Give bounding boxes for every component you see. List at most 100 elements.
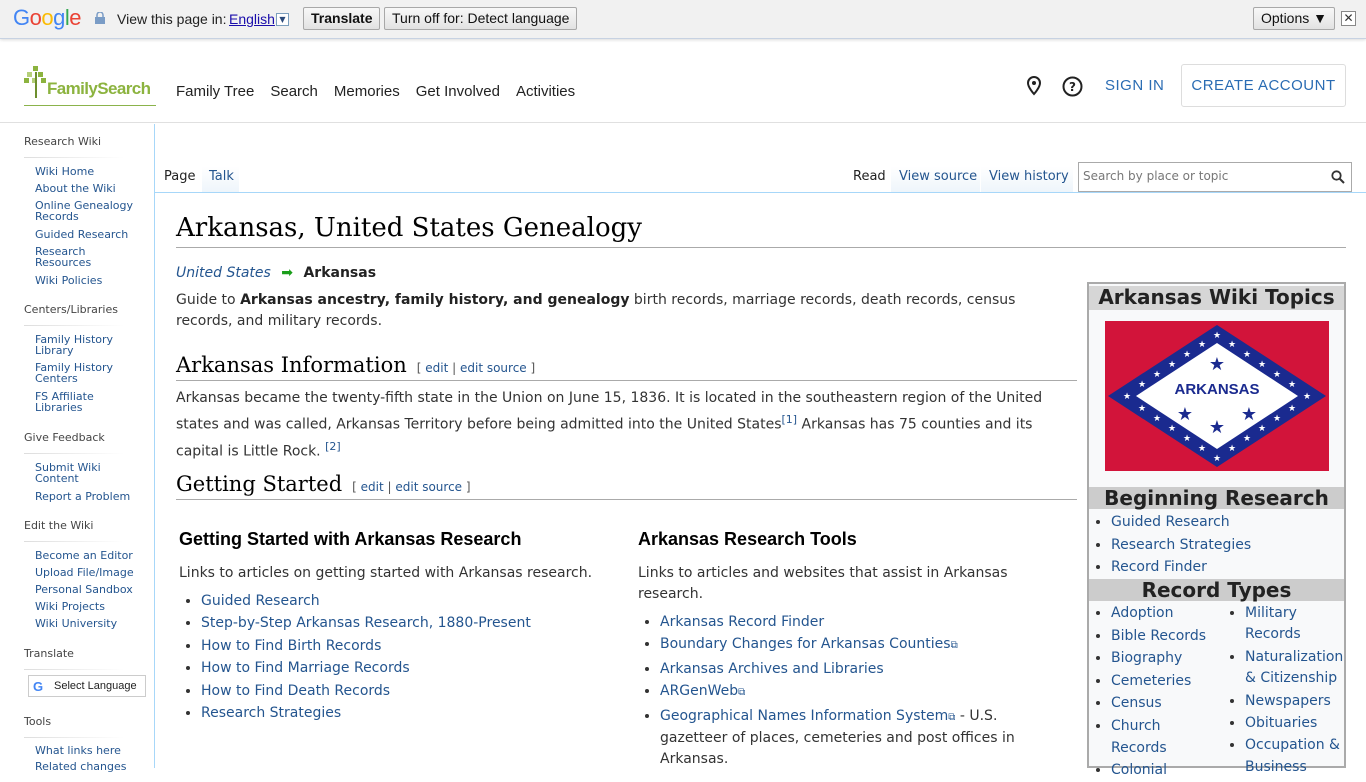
list-link[interactable]: ARGenWeb <box>660 683 738 699</box>
location-pin-icon[interactable] <box>1026 76 1042 96</box>
tab-read[interactable]: Read <box>844 160 890 192</box>
arkansas-flag-image: ★★ ★ ★ ★★ ★ ★ ★★ ★ ★ ★ ★ ★★ ★ ★ ★★ ★ ★ ★★ ★ ★ ★ ★ A… <box>1105 321 1329 471</box>
ref-2-link[interactable]: [2] <box>325 440 341 453</box>
sidebar-link-projects[interactable]: Wiki Projects <box>35 601 145 612</box>
list-link[interactable]: Boundary Changes for Arkansas Counties <box>660 636 951 652</box>
sidebar-link-what-links-here[interactable]: What links here <box>35 745 145 756</box>
options-button[interactable]: Options ▼ <box>1253 7 1335 30</box>
svg-text:★: ★ <box>1198 444 1206 454</box>
svg-text:?: ? <box>1069 80 1076 94</box>
edit-source-link[interactable]: edit source <box>460 361 527 375</box>
infobox-link[interactable]: Research Strategies <box>1111 537 1251 553</box>
nav-family-tree[interactable]: Family Tree <box>176 83 254 100</box>
edit-link[interactable]: edit <box>425 361 448 375</box>
infobox-link[interactable]: Record Finder <box>1111 559 1207 575</box>
infobox-link[interactable]: Census <box>1111 695 1162 711</box>
svg-text:★: ★ <box>1183 434 1191 444</box>
list-link[interactable]: Guided Research <box>201 593 320 609</box>
sidebar-link-wiki-home[interactable]: Wiki Home <box>35 166 145 177</box>
turn-off-button[interactable]: Turn off for: Detect language <box>384 7 578 30</box>
infobox-link[interactable]: Naturalization & Citizenship <box>1245 649 1343 686</box>
infobox-link[interactable]: Military Records <box>1245 605 1301 642</box>
tab-view-source[interactable]: View source <box>890 160 980 192</box>
research-tools-column-title: Arkansas Research Tools <box>638 529 857 549</box>
infobox-link[interactable]: Guided Research <box>1111 514 1230 530</box>
sidebar-link-fhl[interactable]: Family History Library <box>35 334 125 356</box>
familysearch-logo-text: FamilySearch <box>47 79 151 98</box>
tab-view-history[interactable]: View history <box>980 160 1073 192</box>
flag-text: ARKANSAS <box>1174 381 1259 398</box>
sidebar-link-become-editor[interactable]: Become an Editor <box>35 550 145 561</box>
svg-text:★: ★ <box>1209 354 1225 375</box>
wiki-search-input[interactable]: Search by place or topic <box>1078 162 1352 192</box>
record-types-right-list: Military Records Naturalization & Citize… <box>1225 603 1347 778</box>
wiki-topics-infobox: Arkansas Wiki Topics ★ ★ ★ ★ ★ ★ ★ ★ ★ ★ ★ ★ ★ ★ ★… <box>1087 282 1346 778</box>
svg-text:★: ★ <box>1168 360 1176 370</box>
record-types-left-list: Adoption Bible Records Biography Cemeter… <box>1091 603 1221 782</box>
familysearch-logo[interactable]: FamilySearch <box>24 64 156 106</box>
help-icon[interactable]: ? <box>1062 76 1083 97</box>
sidebar-link-sandbox[interactable]: Personal Sandbox <box>35 584 145 595</box>
tab-page[interactable]: Page <box>158 160 201 192</box>
nav-activities[interactable]: Activities <box>516 83 575 100</box>
sidebar-link-upload[interactable]: Upload File/Image <box>35 567 145 578</box>
language-dropdown-arrow[interactable]: ▼ <box>276 13 289 26</box>
nav-get-involved[interactable]: Get Involved <box>416 83 500 100</box>
nav-memories[interactable]: Memories <box>334 83 400 100</box>
svg-text:★: ★ <box>1288 404 1296 414</box>
sidebar-link-related-changes[interactable]: Related changes <box>35 761 145 772</box>
sidebar-link-report-problem[interactable]: Report a Problem <box>35 491 145 502</box>
external-link-icon: ⧉ <box>738 687 746 699</box>
ref-1-link[interactable]: [1] <box>782 413 798 426</box>
breadcrumb-parent-link[interactable]: United States <box>176 265 271 281</box>
infobox-link[interactable]: Cemeteries <box>1111 673 1191 689</box>
sidebar-link-research-resources[interactable]: Research Resources <box>35 246 115 268</box>
edit-source-link[interactable]: edit source <box>395 480 462 494</box>
infobox-link[interactable]: Adoption <box>1111 605 1174 621</box>
list-link[interactable]: Geographical Names Information System <box>660 708 948 724</box>
infobox-link[interactable]: Biography <box>1111 650 1182 666</box>
select-language-widget[interactable]: G Select Language <box>28 675 146 697</box>
sidebar-heading-edit: Edit the Wiki <box>24 519 94 532</box>
sidebar-link-wiki-policies[interactable]: Wiki Policies <box>35 275 145 286</box>
breadcrumb: United States ➡ Arkansas <box>176 265 376 281</box>
infobox-link[interactable]: Bible Records <box>1111 628 1206 644</box>
sidebar-link-university[interactable]: Wiki University <box>35 618 145 629</box>
svg-text:★: ★ <box>1241 404 1257 425</box>
svg-text:★: ★ <box>1183 350 1191 360</box>
svg-text:★: ★ <box>1153 370 1161 380</box>
list-link[interactable]: How to Find Birth Records <box>201 638 381 654</box>
list-link[interactable]: Arkansas Record Finder <box>660 614 824 630</box>
translate-button[interactable]: Translate <box>303 7 381 30</box>
list-link[interactable]: How to Find Death Records <box>201 683 390 699</box>
close-icon[interactable]: ✕ <box>1341 11 1356 26</box>
infobox-link[interactable]: Church Records <box>1111 718 1167 756</box>
sidebar-link-affiliate[interactable]: FS Affiliate Libraries <box>35 391 115 413</box>
edit-link[interactable]: edit <box>361 480 384 494</box>
sidebar-link-about-wiki[interactable]: About the Wiki <box>35 183 145 194</box>
arkansas-info-paragraph: Arkansas became the twenty-fifth state i… <box>176 390 1043 460</box>
list-link[interactable]: Step-by-Step Arkansas Research, 1880-Pre… <box>201 615 531 631</box>
sidebar-link-guided-research[interactable]: Guided Research <box>35 229 145 240</box>
svg-text:★: ★ <box>1213 331 1221 341</box>
list-link[interactable]: Research Strategies <box>201 705 341 721</box>
infobox-link[interactable]: Occupation & Business <box>1245 737 1340 774</box>
infobox-link[interactable]: Newspapers <box>1245 693 1331 709</box>
create-account-button[interactable]: CREATE ACCOUNT <box>1181 64 1346 107</box>
sign-in-link[interactable]: SIGN IN <box>1105 77 1164 94</box>
infobox-link[interactable]: Colonial <box>1111 762 1167 778</box>
svg-text:★: ★ <box>1258 360 1266 370</box>
sidebar-link-submit-content[interactable]: Submit Wiki Content <box>35 462 115 484</box>
sidebar-link-online-records[interactable]: Online Genealogy Records <box>35 200 145 222</box>
language-link[interactable]: English <box>229 11 275 27</box>
lock-icon <box>95 12 105 24</box>
list-link[interactable]: How to Find Marriage Records <box>201 660 410 676</box>
sidebar-link-fhc[interactable]: Family History Centers <box>35 362 125 384</box>
svg-text:★: ★ <box>1138 404 1146 414</box>
list-link[interactable]: Arkansas Archives and Libraries <box>660 661 884 677</box>
infobox-link[interactable]: Obituaries <box>1245 715 1317 731</box>
search-icon[interactable] <box>1331 170 1345 184</box>
nav-search[interactable]: Search <box>270 83 318 100</box>
tab-talk[interactable]: Talk <box>201 160 239 192</box>
getting-started-desc: Links to articles on getting started wit… <box>179 565 593 581</box>
